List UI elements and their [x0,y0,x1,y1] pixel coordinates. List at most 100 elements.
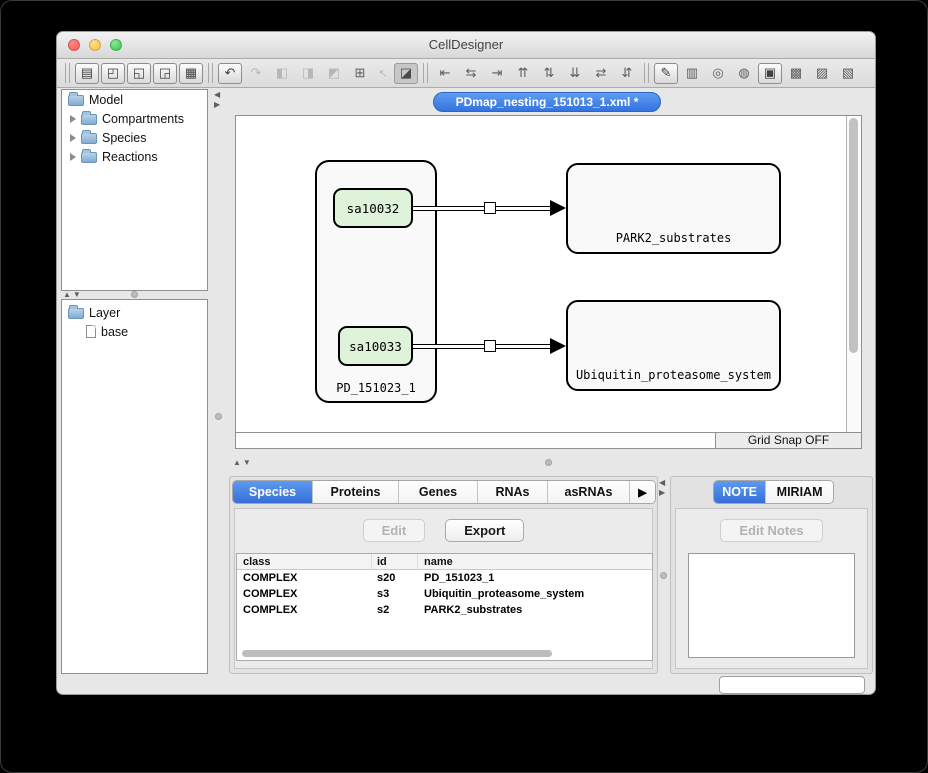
align-middle-vertical-button[interactable]: ⇅ [537,63,561,84]
canvas-horizontal-scrollbar[interactable] [236,433,716,448]
paste-button[interactable]: ◩ [322,63,346,84]
splitter-right-arrow-icon[interactable]: ▶ [214,101,220,109]
reaction-view-button[interactable]: ◎ [706,63,730,84]
tab-rnas[interactable]: RNAs [478,481,548,503]
notes-view-button[interactable]: ▣ [758,63,782,84]
distribute-vertical-button[interactable]: ⇵ [615,63,639,84]
complex-node-ubiquitin-proteasome-system[interactable]: Ubiquitin_proteasome_system [566,300,781,391]
species-node-sa10033[interactable]: sa10033 [338,326,413,366]
delete-button[interactable]: ◧ [270,63,294,84]
splitter-handle[interactable] [131,291,138,298]
save-button[interactable]: ◱ [127,63,151,84]
distribute-horizontal-button[interactable]: ⇄ [589,63,613,84]
scrollbar-thumb[interactable] [849,118,858,353]
splitter-down-arrow-icon[interactable]: ▼ [73,291,81,299]
toolbar: ▤ ◰ ◱ ◲ ▦ ↶ ↷ ◧ ◨ ◩ ⊞ ↖ ◪ ⇤ ⇆ ⇥ ⇈ ⇅ ⇊ ⇄ … [57,59,875,88]
align-bottom-button[interactable]: ⇊ [563,63,587,84]
align-left-button[interactable]: ⇤ [433,63,457,84]
table-horizontal-scrollbar-thumb[interactable] [242,650,552,657]
complex-node-park2-substrates[interactable]: PARK2_substrates [566,163,781,254]
tab-genes[interactable]: Genes [399,481,478,503]
diagram-canvas[interactable]: PD_151023_1 sa10032 sa10033 PARK2_substr… [236,116,846,432]
edit-notes-button[interactable]: Edit Notes [720,519,822,542]
align-center-horizontal-button[interactable]: ⇆ [459,63,483,84]
list-view-button[interactable]: ▥ [680,63,704,84]
pointer-icon: ↖ [378,67,387,80]
traffic-lights [68,39,122,51]
align-right-icon: ⇥ [492,65,503,81]
tree-item-species[interactable]: Species [62,128,207,147]
paint-button[interactable]: ✎ [654,63,678,84]
edit-button[interactable]: Edit [363,519,426,542]
canvas-vertical-scrollbar[interactable] [846,116,861,432]
print-button[interactable]: ▦ [179,63,203,84]
table-row[interactable]: COMPLEX s3 Ubiquitin_proteasome_system [237,586,652,602]
disclosure-triangle-icon[interactable] [70,115,76,123]
species-table: class id name COMPLEX s20 PD_151023_1 CO… [236,553,653,661]
layout-view-1-button[interactable]: ▩ [784,63,808,84]
species-node-sa10032[interactable]: sa10032 [333,188,413,228]
tab-miriam[interactable]: MIRIAM [766,481,833,503]
tree-item-label: Model [89,93,123,107]
splitter-left-arrow-icon[interactable]: ◀ [214,91,220,99]
layout-view-3-icon: ▧ [842,65,854,81]
splitter-down-arrow-icon[interactable]: ▼ [243,459,251,467]
column-header-id[interactable]: id [372,554,418,569]
tab-note[interactable]: NOTE [714,481,766,503]
close-window-button[interactable] [68,39,80,51]
main-vertical-splitter[interactable]: ◀ ▶ [210,89,228,674]
left-horizontal-splitter[interactable]: ▲ ▼ [61,291,208,299]
select-grid-button[interactable]: ⊞ [348,63,372,84]
open-button[interactable]: ◰ [101,63,125,84]
paste-icon: ◩ [328,65,340,81]
column-header-class[interactable]: class [237,554,372,569]
tree-item-compartments[interactable]: Compartments [62,109,207,128]
tree-item-label: Layer [89,306,120,320]
undo-button[interactable]: ↶ [218,63,242,84]
status-field[interactable] [719,676,865,694]
align-right-button[interactable]: ⇥ [485,63,509,84]
reaction-process-node[interactable] [484,340,496,352]
layout-view-2-button[interactable]: ▨ [810,63,834,84]
notes-text-area[interactable] [688,553,855,658]
minimize-window-button[interactable] [89,39,101,51]
zoom-window-button[interactable] [110,39,122,51]
redo-button[interactable]: ↷ [244,63,268,84]
tree-item-reactions[interactable]: Reactions [62,147,207,166]
tree-item-model[interactable]: Model [62,90,207,109]
splitter-handle[interactable] [660,572,667,579]
splitter-up-arrow-icon[interactable]: ▲ [233,459,241,467]
new-model-button[interactable]: ▤ [75,63,99,84]
copy-button[interactable]: ◨ [296,63,320,84]
splitter-right-arrow-icon[interactable]: ▶ [659,489,665,497]
export-button[interactable]: Export [445,519,524,542]
tab-species[interactable]: Species [233,481,313,503]
layout-view-3-button[interactable]: ▧ [836,63,860,84]
document-tab[interactable]: PDmap_nesting_151013_1.xml * [433,92,661,112]
reaction-process-node[interactable] [484,202,496,214]
tree-item-layer[interactable]: Layer [62,303,207,322]
pointer-button[interactable]: ↖ [374,63,392,84]
bottom-vertical-splitter[interactable]: ◀ ▶ [658,476,670,674]
splitter-left-arrow-icon[interactable]: ◀ [659,479,665,487]
toggle-notes-button[interactable]: ◪ [394,63,418,84]
table-row[interactable]: COMPLEX s20 PD_151023_1 [237,570,652,586]
tree-item-base-layer[interactable]: base [62,322,207,341]
save-as-button[interactable]: ◲ [153,63,177,84]
tab-overflow-arrow-icon[interactable]: ▶ [630,481,655,503]
species-view-button[interactable]: ◍ [732,63,756,84]
column-header-name[interactable]: name [418,554,652,569]
splitter-handle[interactable] [545,459,552,466]
disclosure-triangle-icon[interactable] [70,153,76,161]
tab-asrnas[interactable]: asRNAs [548,481,630,503]
splitter-handle[interactable] [215,413,222,420]
note-panel-body: Edit Notes [675,508,868,669]
table-row[interactable]: COMPLEX s2 PARK2_substrates [237,602,652,618]
reaction-line[interactable] [413,206,552,211]
splitter-up-arrow-icon[interactable]: ▲ [63,291,71,299]
disclosure-triangle-icon[interactable] [70,134,76,142]
reaction-line[interactable] [413,344,552,349]
tab-proteins[interactable]: Proteins [313,481,399,503]
bottom-horizontal-splitter[interactable]: ▲ ▼ [229,457,873,469]
align-top-button[interactable]: ⇈ [511,63,535,84]
